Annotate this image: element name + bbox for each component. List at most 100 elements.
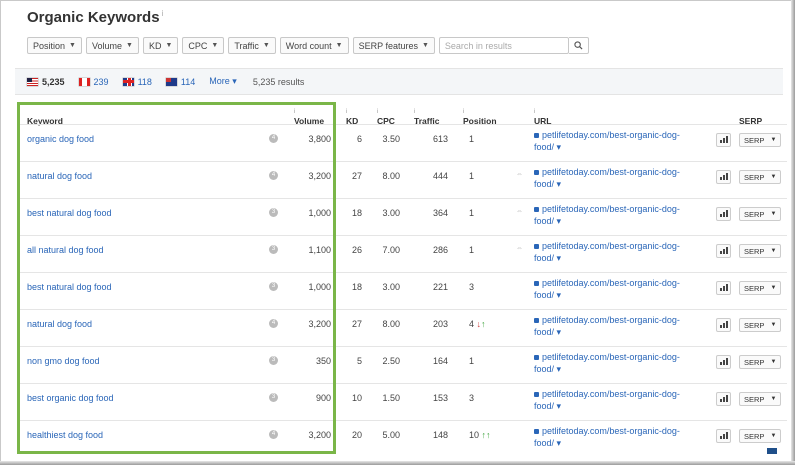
filter-bar: Position ▼ Volume ▼ KD ▼ CPC ▼ Traffic ▼ Word… — [27, 37, 589, 54]
kd-value: 27 — [351, 171, 362, 181]
keyword-info-icon[interactable]: 4 — [269, 319, 278, 328]
serp-button[interactable]: SERP ▼ — [739, 170, 781, 184]
position-up-icon: ↑↑ — [481, 430, 491, 440]
traffic-value: 164 — [432, 356, 448, 366]
chart-button[interactable] — [716, 133, 731, 147]
keyword-link[interactable]: organic dog food — [27, 134, 94, 144]
position-value: 1 — [469, 356, 475, 366]
keyword-info-icon[interactable]: 3 — [269, 393, 278, 402]
kd-value: 18 — [351, 282, 362, 292]
keyword-info-icon[interactable]: 4 — [269, 171, 278, 180]
chevron-down-icon: ▼ — [262, 42, 270, 49]
country-bar: 5,235 239 118 114 More ▾ 5,235 results — [15, 68, 783, 95]
results-count: 5,235 results — [252, 76, 305, 87]
keyword-link[interactable]: natural dog food — [27, 319, 92, 329]
filter-cpc[interactable]: CPC ▼ — [182, 37, 225, 54]
link-icon: ⇔ — [516, 208, 523, 215]
chart-button[interactable] — [716, 392, 731, 406]
volume-value: 1,000 — [308, 208, 331, 218]
keyword-link[interactable]: best natural dog food — [27, 208, 112, 218]
country-ca[interactable]: 239 — [78, 77, 109, 87]
serp-button[interactable]: SERP ▼ — [739, 429, 781, 443]
filter-serp-features[interactable]: SERP features ▼ — [352, 37, 435, 54]
chevron-down-icon: ▼ — [770, 248, 777, 254]
volume-value: 3,200 — [308, 171, 331, 181]
keyword-link[interactable]: best natural dog food — [27, 282, 112, 292]
col-url[interactable]: URL i — [534, 109, 551, 126]
keyword-info-icon[interactable]: 3 — [269, 356, 278, 365]
col-volume[interactable]: Volume i — [294, 109, 324, 126]
chart-button[interactable] — [716, 207, 731, 221]
table-row: healthiest dog food 4 3,200 20 5.00 148 10 ↑↑ p… — [19, 420, 787, 458]
search-input[interactable]: Search in results — [438, 37, 569, 54]
url-link[interactable]: petlifetoday.com/best-organic-dog-food/ … — [534, 240, 704, 264]
lock-icon — [534, 355, 539, 360]
col-position[interactable]: Position i — [463, 109, 497, 126]
cpc-value: 7.00 — [382, 245, 400, 255]
country-au[interactable]: 114 — [165, 77, 195, 87]
url-link[interactable]: petlifetoday.com/best-organic-dog-food/ … — [534, 129, 704, 153]
url-link[interactable]: petlifetoday.com/best-organic-dog-food/ … — [534, 388, 704, 412]
traffic-value: 364 — [432, 208, 448, 218]
keyword-link[interactable]: best organic dog food — [27, 393, 114, 403]
keyword-link[interactable]: non gmo dog food — [27, 356, 100, 366]
serp-button[interactable]: SERP ▼ — [739, 207, 781, 221]
chart-button[interactable] — [716, 429, 731, 443]
url-link[interactable]: petlifetoday.com/best-organic-dog-food/ … — [534, 277, 704, 301]
col-traffic[interactable]: Traffic ↓ i — [414, 109, 440, 126]
keyword-link[interactable]: healthiest dog food — [27, 430, 103, 440]
cpc-value: 2.50 — [382, 356, 400, 366]
filter-kd[interactable]: KD ▼ — [142, 37, 179, 54]
chart-button[interactable] — [716, 281, 731, 295]
keyword-info-icon[interactable]: 3 — [269, 208, 278, 217]
traffic-value: 153 — [432, 393, 448, 403]
keyword-link[interactable]: all natural dog food — [27, 245, 104, 255]
more-countries-button[interactable]: More ▾ — [209, 76, 237, 87]
col-kd[interactable]: KD i — [346, 109, 358, 126]
chevron-down-icon: ▼ — [770, 396, 777, 402]
filter-traffic[interactable]: Traffic ▼ — [228, 37, 276, 54]
serp-button[interactable]: SERP ▼ — [739, 281, 781, 295]
country-us[interactable]: 5,235 — [27, 77, 65, 87]
kd-value: 10 — [351, 393, 362, 403]
cpc-value: 3.50 — [382, 134, 400, 144]
chevron-down-icon: ▼ — [126, 42, 133, 49]
table-row: natural dog food 4 3,200 27 8.00 444 1 ⇔ petlif… — [19, 161, 787, 199]
url-link[interactable]: petlifetoday.com/best-organic-dog-food/ … — [534, 425, 704, 449]
filter-position[interactable]: Position ▼ — [27, 37, 82, 54]
traffic-value: 148 — [432, 430, 448, 440]
url-link[interactable]: petlifetoday.com/best-organic-dog-food/ … — [534, 351, 704, 375]
serp-button[interactable]: SERP ▼ — [739, 244, 781, 258]
keyword-info-icon[interactable]: 4 — [269, 134, 278, 143]
ca-flag-icon — [78, 77, 90, 86]
filter-volume[interactable]: Volume ▼ — [85, 37, 139, 54]
serp-button[interactable]: SERP ▼ — [739, 133, 781, 147]
page-title: Organic Keywords i — [27, 9, 164, 26]
serp-button[interactable]: SERP ▼ — [739, 318, 781, 332]
corner-mark — [767, 448, 777, 454]
keyword-info-icon[interactable]: 3 — [269, 245, 278, 254]
col-cpc[interactable]: CPC i — [377, 109, 395, 126]
table-row: organic dog food 4 3,800 6 3.50 613 1 petlifet… — [19, 124, 787, 162]
table-row: natural dog food 4 3,200 27 8.00 203 4 ↓↑ petli… — [19, 309, 787, 347]
search-button[interactable] — [568, 37, 589, 54]
chart-button[interactable] — [716, 170, 731, 184]
keyword-info-icon[interactable]: 3 — [269, 282, 278, 291]
chevron-down-icon: ▼ — [165, 42, 173, 49]
country-gb[interactable]: 118 — [122, 77, 152, 87]
title-info-icon[interactable]: i — [162, 9, 164, 18]
url-link[interactable]: petlifetoday.com/best-organic-dog-food/ … — [534, 203, 704, 227]
chart-button[interactable] — [716, 244, 731, 258]
chart-button[interactable] — [716, 318, 731, 332]
serp-button[interactable]: SERP ▼ — [739, 392, 781, 406]
kd-value: 20 — [351, 430, 362, 440]
table-row: best natural dog food 3 1,000 18 3.00 364 1 ⇔ p… — [19, 198, 787, 236]
volume-value: 3,200 — [308, 319, 331, 329]
url-link[interactable]: petlifetoday.com/best-organic-dog-food/ … — [534, 314, 704, 338]
url-link[interactable]: petlifetoday.com/best-organic-dog-food/ … — [534, 166, 704, 190]
keyword-info-icon[interactable]: 4 — [269, 430, 278, 439]
filter-word-count[interactable]: Word count ▼ — [279, 37, 349, 54]
keyword-link[interactable]: natural dog food — [27, 171, 92, 181]
chart-button[interactable] — [716, 355, 731, 369]
serp-button[interactable]: SERP ▼ — [739, 355, 781, 369]
